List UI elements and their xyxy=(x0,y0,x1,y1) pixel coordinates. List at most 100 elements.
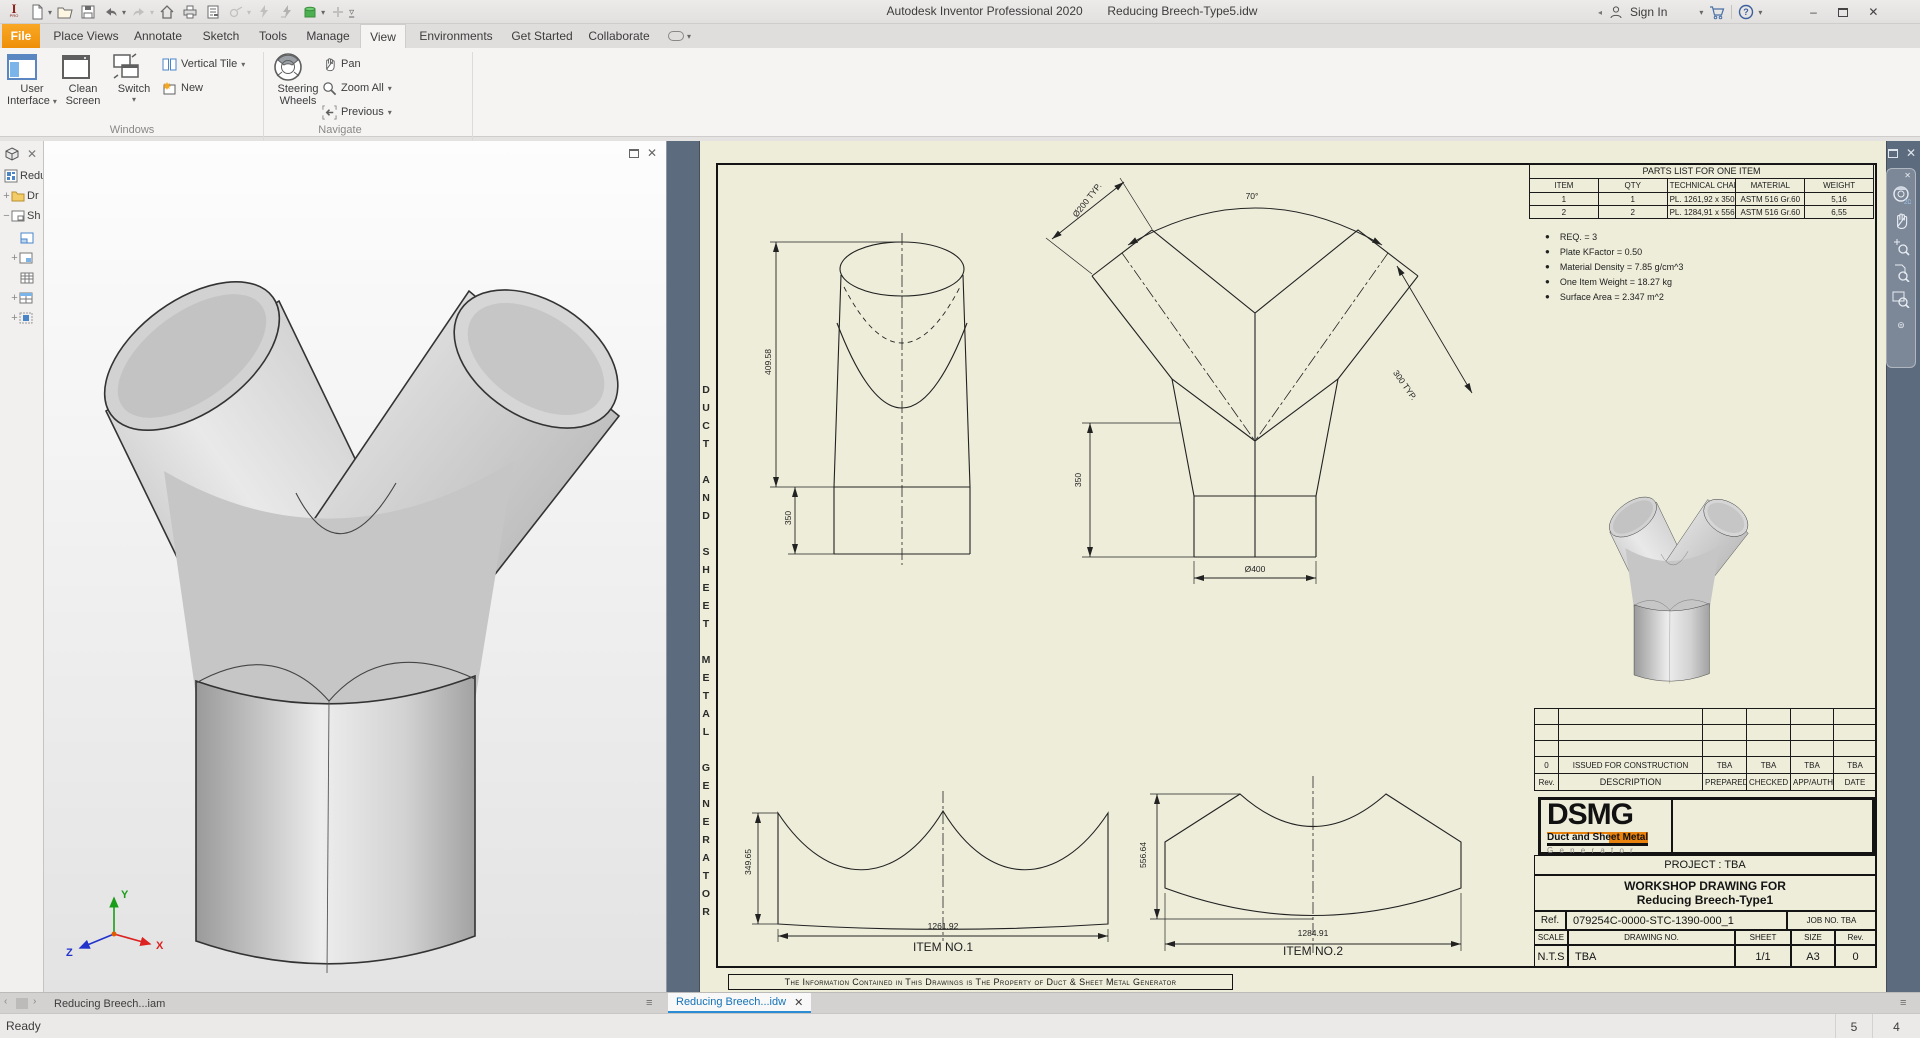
browser-cube-icon[interactable] xyxy=(5,147,19,161)
tab-get-started[interactable]: Get Started xyxy=(506,24,578,48)
expand-icon[interactable]: + xyxy=(2,192,11,201)
undo-button[interactable] xyxy=(101,2,121,22)
zoom-all-button[interactable]: Zoom All▾ xyxy=(322,78,392,98)
signin-back-arrow-icon[interactable]: ◂ xyxy=(1598,8,1602,17)
expand-icon[interactable]: + xyxy=(10,294,19,303)
pan-button[interactable]: Pan xyxy=(322,54,361,74)
dim-item2-height: 556.64 xyxy=(1138,825,1148,885)
new-file-button[interactable] xyxy=(27,2,47,22)
drawing-sheet[interactable]: DUCT AND SHEET METAL GENERATOR xyxy=(700,141,1886,992)
local-update-button[interactable] xyxy=(277,2,297,22)
user-interface-button[interactable]: User Interface ▾ xyxy=(6,51,58,125)
previous-view-button[interactable]: Previous▾ xyxy=(322,102,392,122)
navbar-close-icon[interactable]: ✕ xyxy=(1904,171,1911,180)
collapse-icon[interactable]: − xyxy=(2,212,11,221)
tab-annotate[interactable]: Annotate xyxy=(128,24,188,48)
expand-icon[interactable]: + xyxy=(10,314,19,323)
sign-in-button[interactable]: Sign In xyxy=(1630,5,1667,19)
3d-model-canvas[interactable] xyxy=(44,141,667,992)
window-restore-icon[interactable] xyxy=(629,149,639,158)
document-settings-button[interactable] xyxy=(203,2,223,22)
appearance-button[interactable] xyxy=(328,2,348,22)
close-button[interactable]: ✕ xyxy=(1860,2,1886,22)
browser-item-root[interactable]: Redu xyxy=(0,167,44,185)
home-button[interactable] xyxy=(157,2,177,22)
restore-button[interactable] xyxy=(1830,2,1856,22)
dim-top-height: 350 xyxy=(1073,450,1083,510)
browser-item-drawing-resources-label: Dr xyxy=(27,190,39,202)
tab-tools[interactable]: Tools xyxy=(252,24,294,48)
new-window-icon xyxy=(162,81,177,96)
pan-hand-icon xyxy=(322,57,337,72)
job-no-cell: JOB NO. TBA xyxy=(1787,911,1876,930)
browser-item-drawing-resources[interactable]: + Dr xyxy=(0,187,44,205)
help-icon[interactable]: ? xyxy=(1736,2,1756,22)
tab-list-button[interactable] xyxy=(16,998,28,1009)
navigation-bar: ✕ 2D ⊜ xyxy=(1886,168,1916,368)
window-close-icon[interactable]: ✕ xyxy=(1906,146,1916,160)
measure-dropdown[interactable]: ▾ xyxy=(247,8,251,17)
navbar-options-icon[interactable]: ⊜ xyxy=(1897,320,1905,331)
steering-wheel-2d-icon[interactable]: 2D xyxy=(1890,184,1912,206)
doc-tab-close-icon[interactable]: ✕ xyxy=(794,996,803,1009)
print-button[interactable] xyxy=(180,2,200,22)
drawing-window[interactable]: DUCT AND SHEET METAL GENERATOR xyxy=(667,141,1920,992)
switch-button[interactable]: Switch ▾ xyxy=(110,51,158,125)
browser-item-sheet[interactable]: − Sh xyxy=(0,207,44,225)
browser-item-parts-list[interactable] xyxy=(0,269,44,287)
material-button[interactable] xyxy=(300,2,320,22)
doc-tab-drawing[interactable]: Reducing Breech...idw ✕ xyxy=(668,993,811,1014)
item2-label: ITEM NO.2 xyxy=(1253,944,1373,958)
tab-view[interactable]: View xyxy=(360,24,406,48)
dim-inlet-dia: Ø400 xyxy=(1225,564,1285,574)
zoom-tool-icon[interactable] xyxy=(1890,236,1912,258)
tab-menu-icon[interactable]: ≡ xyxy=(1900,997,1906,1009)
window-restore-icon[interactable] xyxy=(1888,149,1898,158)
steering-wheels-button[interactable]: Steering Wheels xyxy=(272,51,324,125)
browser-item-view[interactable]: + xyxy=(0,249,44,267)
help-dropdown[interactable]: ▾ xyxy=(1758,8,1762,17)
clean-screen-label-2: Screen xyxy=(60,95,106,107)
minimize-button[interactable]: – xyxy=(1800,2,1826,22)
qat-customize-dropdown[interactable]: ▿̲ xyxy=(349,7,354,18)
doc-tab-assembly[interactable]: Reducing Breech...iam xyxy=(46,993,173,1014)
window-close-icon[interactable]: ✕ xyxy=(647,146,657,160)
tab-sketch[interactable]: Sketch xyxy=(196,24,246,48)
tab-environments[interactable]: Environments xyxy=(412,24,500,48)
clean-screen-button[interactable]: Clean Screen xyxy=(60,51,106,125)
tab-file[interactable]: File xyxy=(2,24,40,48)
triad-x-label: X xyxy=(156,940,164,952)
rev-label-cell: Rev. xyxy=(1835,930,1876,945)
tab-menu-icon[interactable]: ≡ xyxy=(646,997,652,1009)
store-cart-icon[interactable] xyxy=(1707,2,1727,22)
pan-tool-icon[interactable] xyxy=(1890,210,1912,232)
expand-icon[interactable]: + xyxy=(10,254,19,263)
tab-collaborate[interactable]: Collaborate xyxy=(582,24,656,48)
update-button[interactable] xyxy=(254,2,274,22)
new-file-dropdown[interactable]: ▾ xyxy=(48,8,52,17)
model-window[interactable]: ✕ Y X Z xyxy=(44,141,667,992)
zoom-window-icon[interactable] xyxy=(1890,262,1912,284)
browser-item-sketch[interactable]: + xyxy=(0,309,44,327)
tab-scroll-right-icon[interactable]: › xyxy=(33,996,36,1007)
tab-scroll-left-icon[interactable]: ‹ xyxy=(4,996,7,1007)
material-dropdown[interactable]: ▾ xyxy=(321,8,325,17)
measure-button[interactable] xyxy=(226,2,246,22)
undo-dropdown[interactable]: ▾ xyxy=(122,8,126,17)
redo-button[interactable] xyxy=(129,2,149,22)
browser-close-icon[interactable]: ✕ xyxy=(27,147,37,161)
open-button[interactable] xyxy=(55,2,75,22)
redo-dropdown[interactable]: ▾ xyxy=(150,8,154,17)
browser-item-view[interactable] xyxy=(0,229,44,247)
zoom-all-tool-icon[interactable] xyxy=(1890,288,1912,310)
tab-place-views[interactable]: Place Views xyxy=(48,24,124,48)
vertical-tile-button[interactable]: Vertical Tile▾ xyxy=(162,54,245,74)
browser-item-table[interactable]: + xyxy=(0,289,44,307)
parts-col-material: MATERIAL xyxy=(1736,179,1805,193)
triad-y-label: Y xyxy=(121,889,129,901)
save-button[interactable] xyxy=(78,2,98,22)
ribbon-display-toggle[interactable]: ▾ xyxy=(668,31,691,41)
new-window-button[interactable]: New xyxy=(162,78,203,98)
sign-in-dropdown[interactable]: ▾ xyxy=(1699,8,1703,17)
tab-manage[interactable]: Manage xyxy=(300,24,356,48)
